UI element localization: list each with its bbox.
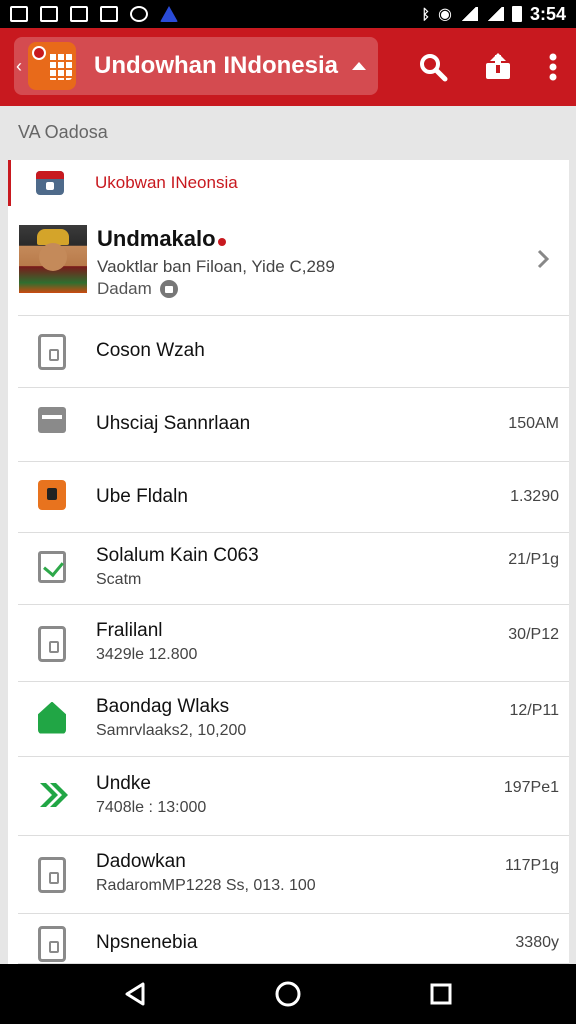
app-switcher[interactable]: ‹ Undowhan INdonesia (14, 37, 378, 95)
notification-icon (10, 6, 28, 22)
phone-icon (38, 857, 66, 893)
folder-icon (38, 407, 66, 433)
list-item[interactable]: Baondag Wlaks Samrvlaaks2, 10,200 12/P11 (18, 682, 569, 757)
share-icon[interactable] (484, 53, 512, 81)
list-item[interactable]: Coson Wzah (18, 316, 569, 388)
phone-icon (38, 334, 66, 370)
list-item[interactable]: Uhsciaj Sannrlaan 150AM (18, 388, 569, 462)
list-item-value: 12/P11 (509, 701, 559, 719)
dropdown-caret-icon[interactable] (352, 62, 367, 70)
list-item-value: 3380y (515, 934, 559, 951)
profile-subtitle2-wrap: Dadam (97, 279, 178, 299)
profile-subtitle2: Dadam (97, 279, 152, 298)
list-item-title: Solalum Kain C063 (96, 545, 259, 566)
phone-icon (38, 625, 66, 662)
list-item[interactable]: Ube Fldaln 1.3290 (18, 462, 569, 533)
navigation-bar (0, 964, 576, 1024)
status-dot-icon (217, 238, 226, 246)
app-title: Undowhan INdonesia (94, 52, 339, 79)
briefcase-icon (36, 171, 64, 195)
list-item-value: 1.3290 (510, 487, 559, 505)
list-item-title: Coson Wzah (96, 340, 205, 361)
list-item-subtitle: Scatm (96, 571, 142, 588)
list-item-title: Baondag Wlaks (96, 695, 230, 717)
green-home-icon (38, 701, 66, 734)
list-item-subtitle: 3429le 12.800 (96, 645, 198, 663)
recents-icon[interactable] (429, 982, 453, 1006)
green-arrow-icon (38, 779, 70, 811)
list-item-title: Dadowkan (96, 851, 186, 872)
notification-icon (70, 6, 88, 22)
notification-icon (130, 6, 148, 22)
list-item-value: 150AM (508, 415, 559, 432)
back-icon[interactable] (123, 981, 147, 1007)
profile-name-wrap: Undmakalo (97, 226, 226, 252)
phone-icon (38, 926, 66, 962)
list-item[interactable]: Undke 7408le : 13:000 197Pe1 (18, 757, 569, 836)
list-item-title: Npsnenebia (96, 932, 198, 953)
signal-icon (485, 7, 504, 21)
lock-icon (159, 280, 178, 298)
chevron-right-icon[interactable] (536, 248, 550, 270)
list-item[interactable]: Dadowkan RadaromMP1228 Ss, 013. 100 117P1g (18, 836, 569, 914)
notification-icon (160, 6, 178, 22)
list-item-title: Fralilanl (96, 619, 163, 641)
profile-photo (19, 225, 87, 293)
search-icon[interactable] (418, 52, 448, 82)
profile-name: Undmakalo (97, 226, 216, 251)
list-item-value: 117P1g (505, 857, 559, 874)
battery-icon (511, 6, 522, 22)
signal-icon (459, 7, 478, 21)
clock: 3:54 (529, 3, 566, 24)
list-item-subtitle: Samrvlaaks2, 10,200 (96, 721, 247, 739)
list-item[interactable]: Npsnenebia 3380y (18, 914, 569, 964)
overflow-menu-icon[interactable] (548, 53, 558, 81)
card-header[interactable]: Ukobwan INeonsia (8, 160, 569, 206)
app-bar: ‹ Undowhan INdonesia (0, 28, 576, 106)
notification-icon (40, 6, 58, 22)
list-item-value: 30/P12 (508, 625, 559, 643)
bluetooth-icon: ᛒ (421, 6, 430, 22)
checkbox-icon (38, 551, 66, 583)
list-item-title: Undke (96, 772, 151, 794)
notification-icon (100, 6, 118, 22)
orange-briefcase-icon (38, 479, 66, 510)
list-item-value: 21/P1g (508, 551, 559, 568)
back-chevron-icon[interactable]: ‹ (16, 56, 26, 77)
list-item[interactable]: Solalum Kain C063 Scatm 21/P1g (18, 533, 569, 605)
list-item-subtitle: RadaromMP1228 Ss, 013. 100 (96, 877, 316, 894)
home-icon[interactable] (274, 980, 302, 1008)
list-item-value: 197Pe1 (503, 778, 559, 796)
status-bar: ᛒ ◉ 3:54 (0, 0, 576, 28)
profile-subtitle: Vaoktlar ban Filoan, Yide C,289 (97, 257, 335, 276)
list-item-title: Ube Fldaln (96, 485, 188, 507)
list-item[interactable]: Fralilanl 3429le 12.800 30/P12 (18, 605, 569, 682)
card-header-label: Ukobwan INeonsia (95, 173, 238, 192)
alarm-icon: ◉ (438, 6, 452, 23)
app-logo (28, 42, 76, 90)
section-label: VA Oadosa (18, 122, 108, 142)
list-item-title: Uhsciaj Sannrlaan (96, 413, 251, 434)
list-item-subtitle: 7408le : 13:000 (96, 798, 207, 816)
